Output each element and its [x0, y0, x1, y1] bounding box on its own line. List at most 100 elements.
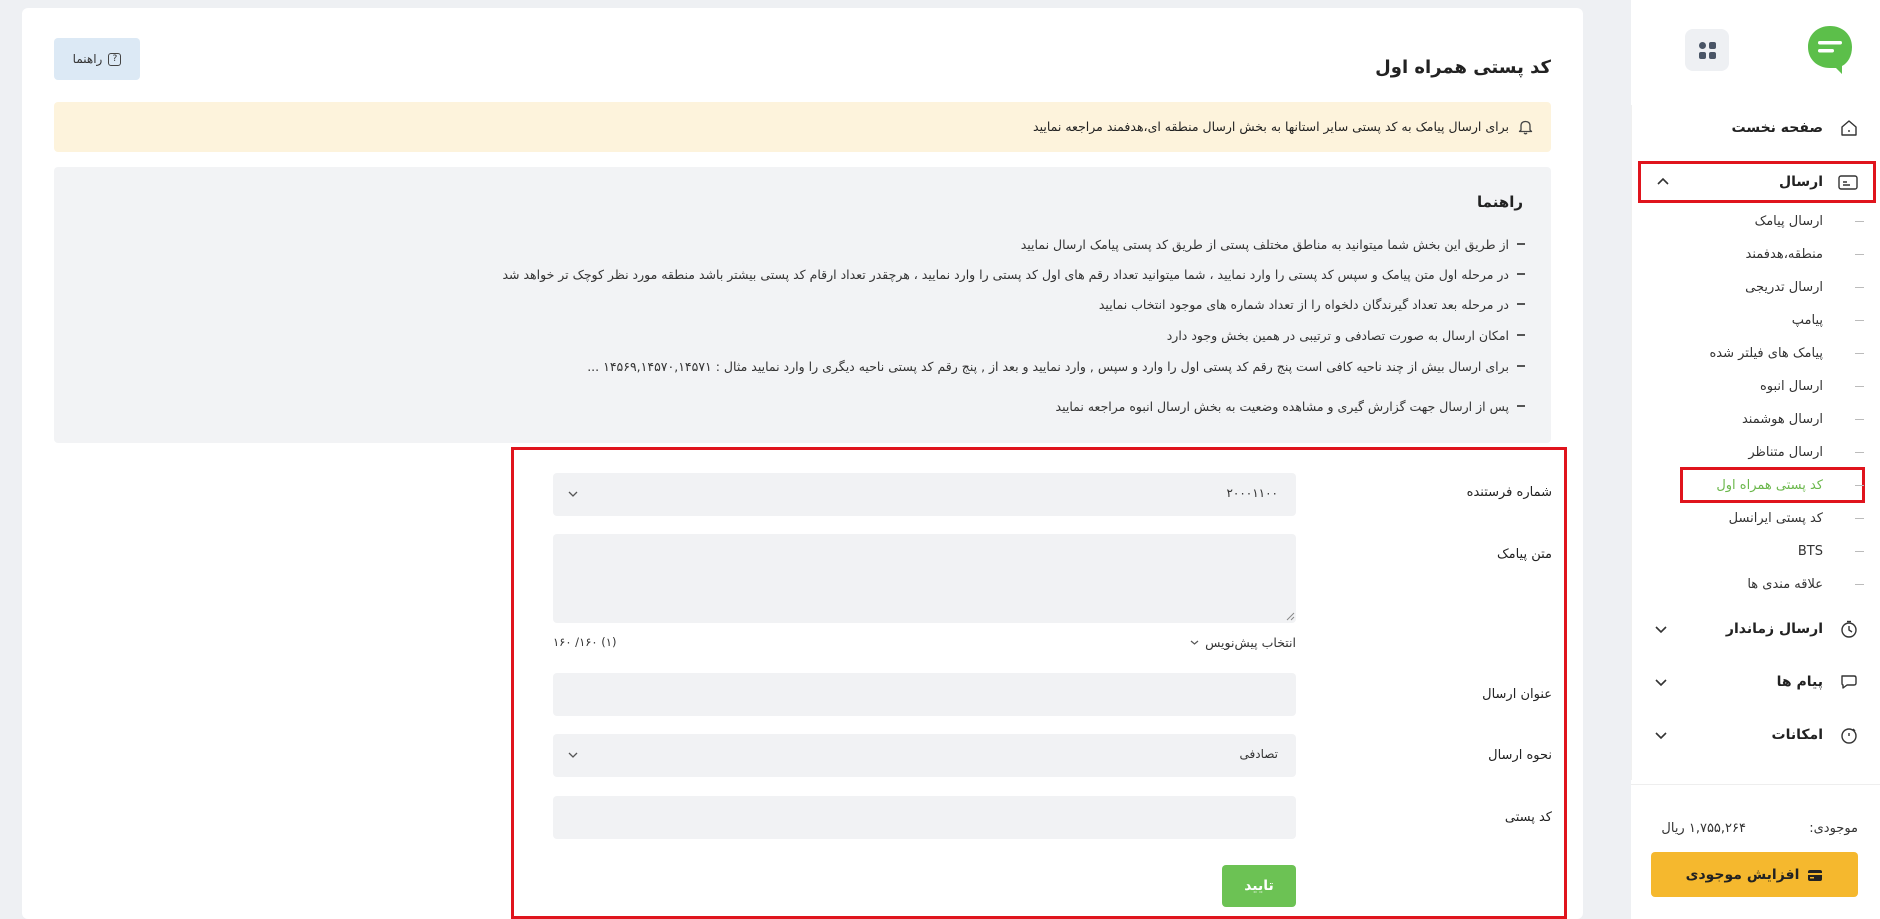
resize-handle-icon[interactable]	[1286, 612, 1295, 621]
draft-select[interactable]: انتخاب پیش‌نویس	[1190, 635, 1296, 650]
alert-text: برای ارسال پیامک به کد پستی سایر استانها…	[1033, 119, 1509, 134]
stopwatch-icon	[1841, 728, 1857, 744]
sidebar-subitem-label: منطقه،هدفمند	[1745, 247, 1823, 262]
sidebar-item-home[interactable]: صفحه نخست	[1635, 108, 1880, 148]
sidebar-subitem-label: ارسال متناظر	[1748, 445, 1823, 460]
chat-bubbles-icon	[1841, 675, 1857, 689]
increase-balance-button[interactable]: افزایش موجودی	[1651, 852, 1858, 897]
help-panel: راهنما از طریق این بخش شما میتوانید به م…	[54, 167, 1551, 443]
help-item: امکان ارسال به صورت تصادفی و ترتیبی در ه…	[1167, 325, 1525, 345]
balance-value: ۱,۷۵۵,۲۶۴ ریال	[1661, 821, 1746, 836]
send-title-input[interactable]	[553, 673, 1296, 716]
character-counter: (۱) ۱۶۰/ ۱۶۰	[553, 635, 617, 649]
help-item-text: در مرحله بعد تعداد گیرندگان دلخواه را از…	[1098, 296, 1509, 312]
help-item-text: از طریق این بخش شما میتوانید به مناطق مخ…	[1020, 236, 1509, 252]
dash-icon	[1855, 518, 1864, 519]
home-icon	[1841, 120, 1857, 136]
chevron-down-icon	[1190, 640, 1199, 645]
submit-button[interactable]: تایید	[1222, 865, 1296, 907]
sidebar-subitem-filtered-sms[interactable]: پیامک های فیلتر شده	[1635, 339, 1880, 369]
help-item: پس از ارسال جهت گزارش گیری و مشاهده وضعی…	[1056, 396, 1525, 416]
send-method-label: نحوه ارسال	[1488, 748, 1552, 763]
dash-icon	[1855, 221, 1864, 222]
help-item: در مرحله بعد تعداد گیرندگان دلخواه را از…	[1099, 294, 1525, 314]
sidebar-subitem-label: ارسال هوشمند	[1741, 412, 1823, 427]
increase-balance-label: افزایش موجودی	[1685, 866, 1800, 883]
sidebar-subitem-label: کد پستی همراه اول	[1716, 478, 1823, 493]
apps-menu-button[interactable]	[1685, 29, 1729, 71]
sidebar-subitem-payamp[interactable]: پیامپ	[1635, 306, 1880, 336]
guide-button-label: راهنما	[72, 52, 103, 66]
sidebar-subitem-label: ارسال انبوه	[1759, 379, 1823, 394]
sidebar-subitem-irancell-postal-code[interactable]: کد پستی ایرانسل	[1635, 504, 1880, 534]
help-item-text: پس از ارسال جهت گزارش گیری و مشاهده وضعی…	[1055, 398, 1509, 414]
sidebar-subitem-label: علاقه مندی ها	[1747, 577, 1823, 592]
dash-icon	[1855, 551, 1864, 552]
sender-number-select[interactable]: ۲۰۰۰۱۱۰۰	[553, 473, 1296, 516]
sidebar-item-send[interactable]: ارسال	[1638, 161, 1876, 203]
bullet-dash	[1517, 365, 1525, 367]
postal-code-input[interactable]	[553, 796, 1296, 839]
dash-icon	[1855, 353, 1864, 354]
sidebar: صفحه نخست ارسال ارسال پیامک منطقه،هدفمند…	[1631, 0, 1880, 919]
guide-button[interactable]: ? راهنما	[54, 38, 140, 80]
balance-label: موجودی:	[1809, 821, 1858, 836]
dash-icon	[1855, 419, 1864, 420]
bullet-dash	[1517, 243, 1525, 245]
bullet-dash	[1517, 334, 1525, 336]
send-method-select[interactable]: تصادفی	[553, 734, 1296, 777]
info-alert: برای ارسال پیامک به کد پستی سایر استانها…	[54, 102, 1551, 152]
help-item: در مرحله اول متن پیامک و سپس کد پستی را …	[502, 264, 1525, 284]
logo-icon[interactable]	[1806, 24, 1854, 74]
sidebar-item-features[interactable]: امکانات	[1635, 715, 1880, 755]
chevron-down-icon	[1655, 679, 1667, 687]
message-text-label: متن پیامک	[1496, 547, 1552, 562]
sidebar-subitem-label: پیامپ	[1791, 313, 1823, 328]
help-title: راهنما	[1477, 193, 1523, 211]
wallet-icon	[1808, 869, 1823, 881]
sidebar-item-messages[interactable]: پیام ها	[1635, 662, 1880, 702]
dash-icon	[1855, 320, 1864, 321]
chevron-down-icon	[568, 752, 578, 758]
sidebar-item-scheduled-send[interactable]: ارسال زماندار	[1635, 609, 1880, 649]
bullet-dash	[1517, 303, 1525, 305]
sidebar-subitem-label: کد پستی ایرانسل	[1728, 511, 1823, 526]
sidebar-item-label: صفحه نخست	[1731, 120, 1823, 136]
sidebar-subitem-label: BTS	[1797, 544, 1823, 559]
dash-icon	[1855, 485, 1864, 486]
sidebar-subitem-favorites[interactable]: علاقه مندی ها	[1635, 570, 1880, 600]
grid-icon	[1698, 41, 1716, 59]
sidebar-subitem-smart-send[interactable]: ارسال هوشمند	[1635, 405, 1880, 435]
draft-select-label: انتخاب پیش‌نویس	[1205, 635, 1296, 650]
question-icon: ?	[108, 52, 122, 66]
sidebar-subitem-gradual-send[interactable]: ارسال تدریجی	[1635, 273, 1880, 303]
bullet-dash	[1517, 405, 1525, 407]
sidebar-subitem-bulk-send[interactable]: ارسال انبوه	[1635, 372, 1880, 402]
help-item-text: امکان ارسال به صورت تصادفی و ترتیبی در ه…	[1166, 327, 1509, 343]
help-item-text: برای ارسال بیش از چند ناحیه کافی است پنج…	[587, 358, 1509, 374]
dash-icon	[1855, 287, 1864, 288]
dash-icon	[1855, 584, 1864, 585]
help-item: برای ارسال بیش از چند ناحیه کافی است پنج…	[587, 356, 1525, 376]
sidebar-item-label: ارسال زماندار	[1725, 621, 1823, 637]
help-item: از طریق این بخش شما میتوانید به مناطق مخ…	[1021, 234, 1525, 254]
sender-number-value: ۲۰۰۰۱۱۰۰	[1226, 486, 1278, 500]
help-item-text: در مرحله اول متن پیامک و سپس کد پستی را …	[502, 266, 1509, 282]
send-title-label: عنوان ارسال	[1482, 687, 1552, 702]
chevron-down-icon	[568, 491, 578, 497]
message-textarea[interactable]	[553, 534, 1296, 623]
sidebar-subitem-label: پیامک های فیلتر شده	[1709, 346, 1823, 361]
sidebar-subitem-targeted-region[interactable]: منطقه،هدفمند	[1635, 240, 1880, 270]
sidebar-subitem-label: ارسال تدریجی	[1745, 280, 1823, 295]
sidebar-item-label: امکانات	[1771, 727, 1823, 743]
sidebar-subitem-bts[interactable]: BTS	[1635, 537, 1880, 567]
sidebar-subitem-matched-send[interactable]: ارسال متناظر	[1635, 438, 1880, 468]
sidebar-subitem-label: ارسال پیامک	[1754, 214, 1823, 229]
sidebar-nav[interactable]: صفحه نخست ارسال ارسال پیامک منطقه،هدفمند…	[1631, 105, 1880, 780]
chevron-up-icon	[1657, 177, 1669, 185]
sidebar-subitem-send-sms[interactable]: ارسال پیامک	[1635, 207, 1880, 237]
dash-icon	[1855, 386, 1864, 387]
sidebar-subitem-mci-postal-code[interactable]: کد پستی همراه اول	[1635, 467, 1880, 503]
message-send-icon	[1838, 175, 1858, 190]
chevron-down-icon	[1655, 732, 1667, 740]
